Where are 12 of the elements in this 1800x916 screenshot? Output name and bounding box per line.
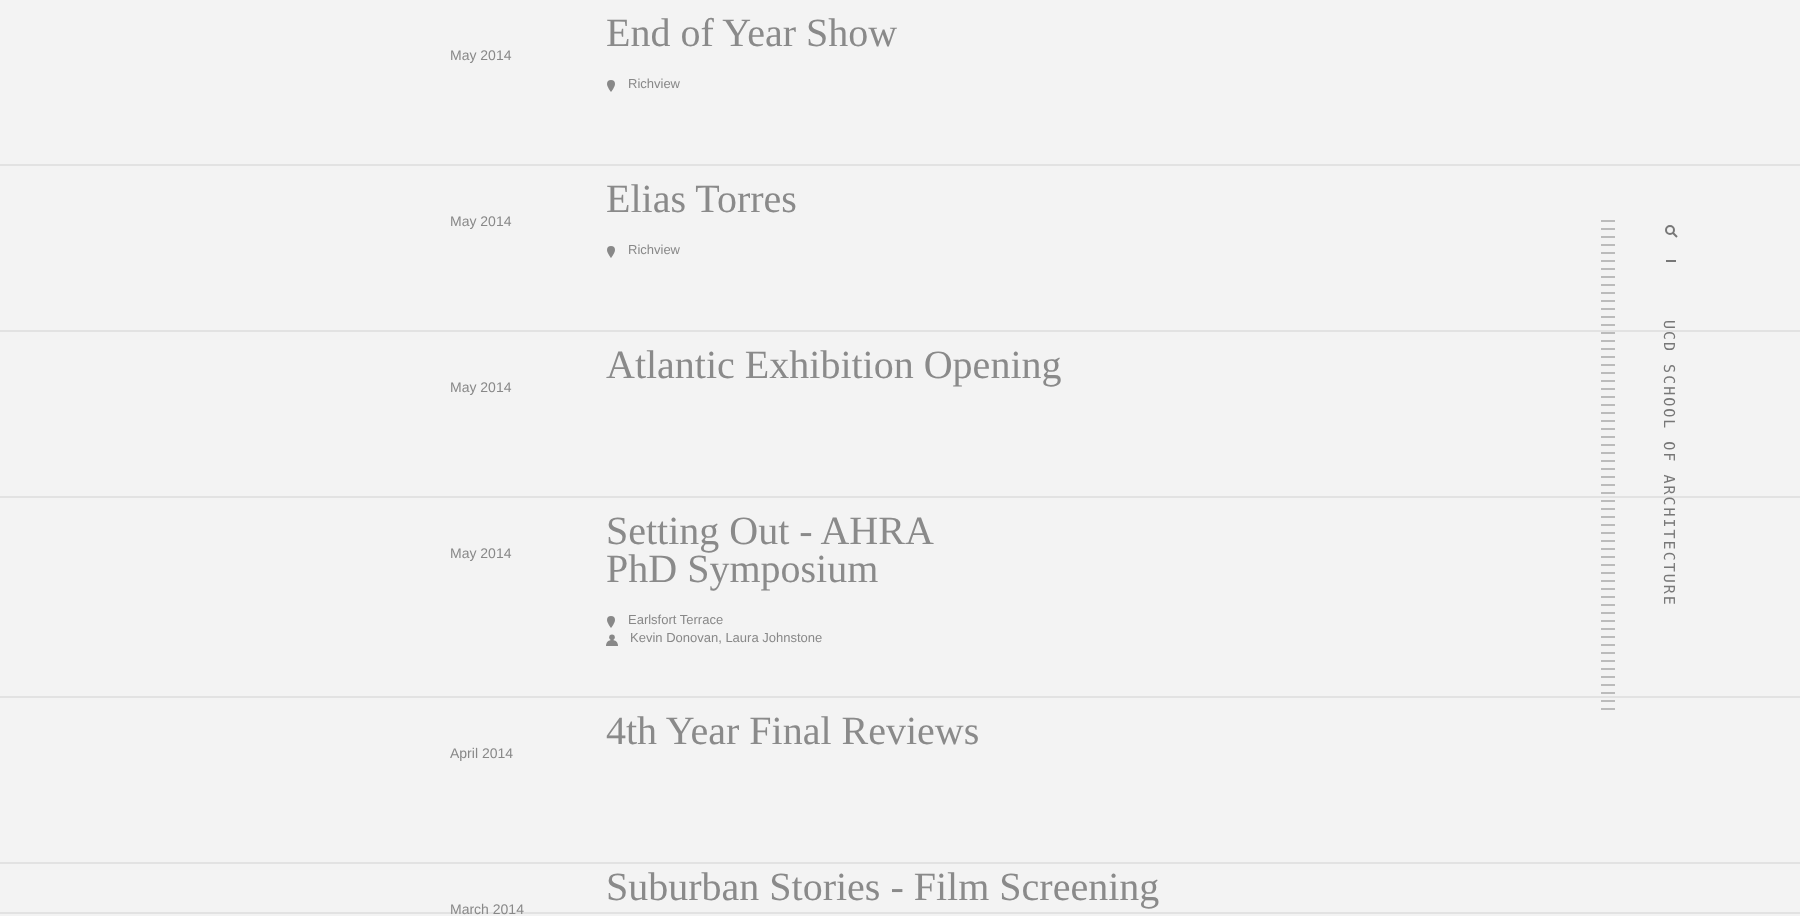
map-pin-icon <box>606 615 616 627</box>
people-icon <box>606 633 618 645</box>
event-title[interactable]: Elias Torres <box>606 182 797 220</box>
map-pin-icon <box>606 79 616 91</box>
search-icon[interactable] <box>1664 224 1678 238</box>
event-title[interactable]: PhD Symposium <box>606 552 934 590</box>
event-title[interactable]: 4th Year Final Reviews <box>606 714 980 752</box>
event-title[interactable]: Atlantic Exhibition Opening <box>606 348 1062 386</box>
event-title[interactable]: Setting Out - AHRA <box>606 514 934 552</box>
map-pin-icon <box>606 245 616 257</box>
event-title[interactable]: Suburban Stories - Film Screening <box>606 870 1160 908</box>
event-title[interactable]: End of Year Show <box>606 16 898 54</box>
